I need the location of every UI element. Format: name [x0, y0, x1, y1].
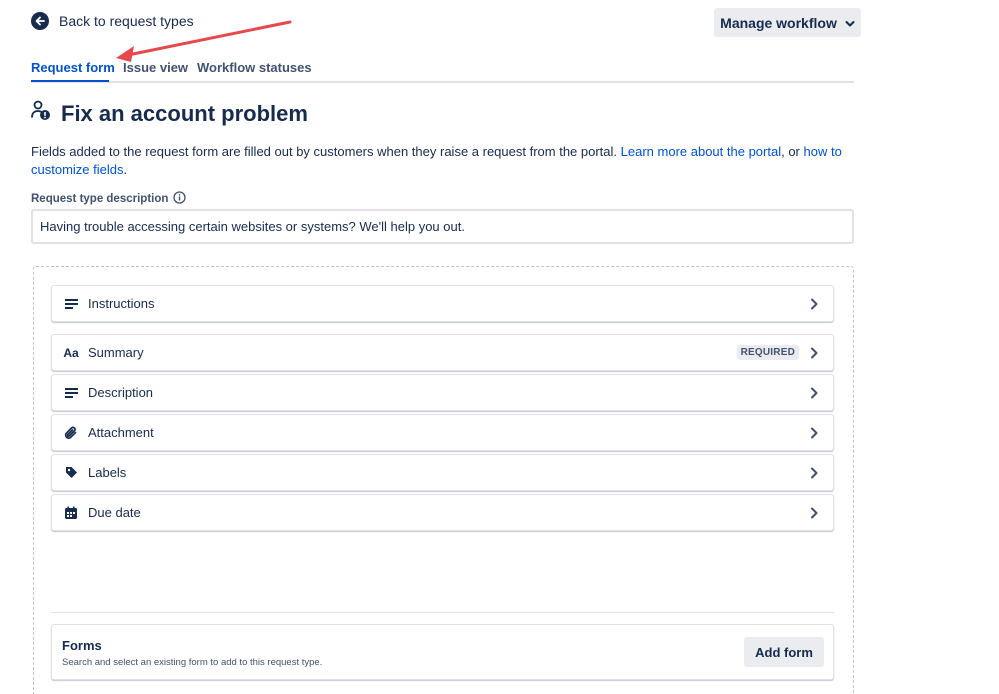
chevron-right-icon: [811, 467, 818, 478]
field-row-attachment[interactable]: Attachment: [51, 414, 834, 451]
tab-issue-view[interactable]: Issue view: [123, 60, 188, 75]
learn-more-portal-link[interactable]: Learn more about the portal: [621, 144, 781, 159]
calendar-icon: [64, 506, 78, 520]
forms-title: Forms: [62, 638, 102, 653]
add-form-button[interactable]: Add form: [744, 637, 824, 667]
page-title: Fix an account problem: [61, 100, 308, 126]
field-label: Description: [88, 385, 154, 400]
chevron-right-icon: [811, 298, 818, 309]
required-badge: REQUIRED: [736, 345, 799, 360]
tag-icon: [64, 466, 78, 480]
active-tab-indicator: [31, 80, 109, 82]
back-to-request-types-link[interactable]: Back to request types: [31, 12, 194, 30]
tab-workflow-statuses[interactable]: Workflow statuses: [197, 60, 312, 75]
chevron-right-icon: [811, 387, 818, 398]
forms-panel: Forms Search and select an existing form…: [51, 624, 834, 680]
chevron-right-icon: [811, 427, 818, 438]
intro-end-text: .: [123, 162, 128, 177]
chevron-right-icon: [811, 507, 818, 518]
intro-or-text: , or: [781, 144, 800, 159]
tab-request-form[interactable]: Request form: [31, 60, 115, 75]
page-title-row: Fix an account problem: [31, 100, 308, 127]
field-label: Summary: [88, 345, 144, 360]
chevron-down-icon: [845, 15, 855, 31]
paperclip-icon: [64, 426, 78, 440]
person-alert-icon: [31, 100, 51, 127]
field-label: Labels: [88, 465, 127, 480]
request-type-description-input[interactable]: Having trouble accessing certain website…: [31, 209, 854, 244]
back-arrow-icon: [31, 12, 49, 30]
field-row-labels[interactable]: Labels: [51, 454, 834, 491]
field-row-due-date[interactable]: Due date: [51, 494, 834, 531]
description-value: Having trouble accessing certain website…: [40, 219, 465, 234]
chevron-right-icon: [811, 347, 818, 358]
field-row-description[interactable]: Description: [51, 374, 834, 411]
back-link-label: Back to request types: [59, 13, 194, 29]
tab-bar: Request form Issue view Workflow statuse…: [31, 60, 854, 83]
field-label: Due date: [88, 505, 141, 520]
text-format-icon: Aa: [63, 345, 79, 360]
field-row-summary[interactable]: Aa Summary REQUIRED: [51, 334, 834, 371]
lines-icon: [64, 297, 78, 311]
field-label: Attachment: [88, 425, 154, 440]
description-label: Request type description: [31, 191, 187, 207]
field-row-instructions[interactable]: Instructions: [51, 285, 834, 322]
manage-workflow-label: Manage workflow: [720, 14, 837, 31]
info-icon[interactable]: [173, 191, 187, 207]
manage-workflow-button[interactable]: Manage workflow: [714, 8, 861, 37]
section-divider: [51, 612, 834, 613]
lines-icon: [64, 386, 78, 400]
forms-subtitle: Search and select an existing form to ad…: [62, 657, 323, 668]
description-label-text: Request type description: [31, 193, 169, 205]
field-label: Instructions: [88, 296, 155, 311]
intro-text: Fields added to the request form are fil…: [31, 144, 618, 159]
intro-paragraph: Fields added to the request form are fil…: [31, 143, 851, 179]
